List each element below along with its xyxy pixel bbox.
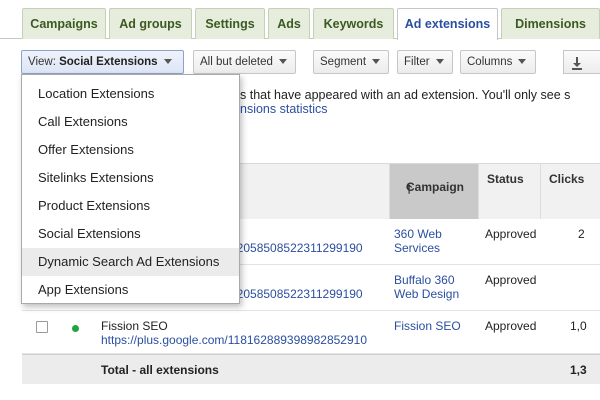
row-status: Approved bbox=[485, 227, 537, 241]
tab-settings[interactable]: Settings bbox=[195, 8, 265, 39]
campaign-link-line2[interactable]: Services bbox=[394, 241, 440, 255]
chevron-down-icon bbox=[518, 59, 527, 65]
total-clicks: 1,3 bbox=[570, 363, 587, 377]
status-filter-button[interactable]: All but deleted bbox=[193, 50, 296, 74]
row-status: Approved bbox=[485, 273, 537, 287]
chevron-down-icon bbox=[435, 59, 444, 65]
menu-item-product-extensions[interactable]: Product Extensions bbox=[22, 192, 239, 220]
download-button[interactable] bbox=[563, 50, 600, 74]
chevron-down-icon bbox=[163, 59, 172, 65]
menu-item-sitelinks-extensions[interactable]: Sitelinks Extensions bbox=[22, 164, 239, 192]
columns-label: Columns bbox=[467, 56, 513, 68]
extension-url[interactable]: 120585085223112991​90 bbox=[230, 287, 363, 301]
row-clicks: 1,0 bbox=[570, 319, 587, 333]
campaign-header-label: Campaign bbox=[406, 180, 465, 194]
segment-label: Segment bbox=[320, 56, 367, 68]
tab-ads[interactable]: Ads bbox=[268, 8, 310, 39]
header-clicks[interactable]: Clicks bbox=[541, 164, 600, 219]
status-filter-label: All but deleted bbox=[200, 56, 273, 68]
extension-name: Fission SEO bbox=[101, 319, 168, 333]
row-status: Approved bbox=[485, 319, 537, 333]
chevron-down-icon bbox=[372, 59, 381, 65]
filter-label: Filter bbox=[404, 56, 430, 68]
table-row: Fission SEO https://plus.google.com/1181… bbox=[22, 311, 600, 354]
campaign-link[interactable]: Fission SEO bbox=[394, 319, 461, 333]
header-status[interactable]: Status bbox=[479, 164, 541, 219]
chevron-down-icon bbox=[278, 59, 287, 65]
menu-item-app-extensions[interactable]: App Extensions bbox=[22, 276, 239, 304]
menu-item-offer-extensions[interactable]: Offer Extensions bbox=[22, 136, 239, 164]
menu-item-call-extensions[interactable]: Call Extensions bbox=[22, 108, 239, 136]
header-campaign[interactable]: 🡑 Campaign bbox=[390, 164, 479, 219]
enabled-status-dot-icon bbox=[72, 325, 79, 332]
view-value: Social Extensions bbox=[59, 56, 158, 68]
campaign-link[interactable]: Buffalo 360 bbox=[394, 273, 455, 287]
row-checkbox[interactable] bbox=[36, 321, 48, 333]
menu-item-dynamic-search-ad-extensions[interactable]: Dynamic Search Ad Extensions bbox=[22, 248, 239, 276]
view-prefix: View: bbox=[28, 56, 60, 68]
columns-button[interactable]: Columns bbox=[460, 50, 536, 74]
info-text: s that have appeared with an ad extensio… bbox=[240, 88, 571, 102]
tab-bar: Campaigns Ad groups Settings Ads Keyword… bbox=[0, 0, 600, 40]
menu-item-location-extensions[interactable]: Location Extensions bbox=[22, 80, 239, 108]
download-icon bbox=[572, 57, 582, 70]
row-clicks: 2 bbox=[578, 227, 585, 241]
tab-ad-groups[interactable]: Ad groups bbox=[109, 8, 192, 39]
extension-url[interactable]: https://plus.google.com/1181628893989828… bbox=[101, 333, 367, 347]
segment-button[interactable]: Segment bbox=[313, 50, 389, 74]
view-dropdown-button[interactable]: View: Social Extensions bbox=[21, 50, 184, 74]
tab-ad-extensions[interactable]: Ad extensions bbox=[397, 8, 498, 40]
campaign-link-line2[interactable]: Web Design bbox=[394, 287, 459, 301]
total-label: Total - all extensions bbox=[101, 363, 219, 377]
campaign-link[interactable]: 360 Web bbox=[394, 227, 442, 241]
total-row: Total - all extensions 1,3 bbox=[22, 354, 600, 384]
tab-dimensions[interactable]: Dimensions bbox=[501, 8, 600, 39]
filter-button[interactable]: Filter bbox=[397, 50, 453, 74]
menu-item-social-extensions[interactable]: Social Extensions bbox=[22, 220, 239, 248]
tab-keywords[interactable]: Keywords bbox=[313, 8, 394, 39]
extension-url[interactable]: 120585085223112991​90 bbox=[230, 241, 363, 255]
tab-campaigns[interactable]: Campaigns bbox=[22, 8, 106, 39]
statistics-link[interactable]: nsions statistics bbox=[240, 102, 328, 116]
view-dropdown-menu: Location Extensions Call Extensions Offe… bbox=[21, 74, 240, 304]
